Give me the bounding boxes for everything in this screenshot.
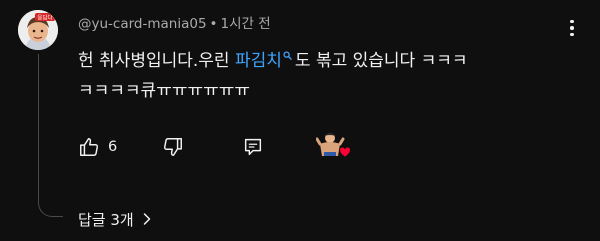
timestamp[interactable]: 1시간 전 xyxy=(221,16,271,32)
creator-heart xyxy=(316,128,350,162)
chevron-right-icon xyxy=(143,213,150,225)
replies-label: 답글 3개 xyxy=(78,210,134,229)
separator: • xyxy=(209,16,218,32)
author-name[interactable]: @yu-card-mania05 xyxy=(78,16,207,32)
creator-heart-icon xyxy=(316,133,350,157)
thumbs-down-icon xyxy=(163,138,182,156)
more-vert-icon xyxy=(570,19,574,24)
comment-actions: 6 xyxy=(78,132,378,162)
search-link-label: 파김치 xyxy=(234,51,282,71)
search-icon xyxy=(283,51,292,60)
more-options-button[interactable] xyxy=(560,14,584,42)
like-button[interactable]: 6 xyxy=(78,132,117,162)
comment-text-part: 도 볶고 있습니다 ㅋㅋㅋ xyxy=(294,51,468,71)
thread-line xyxy=(38,54,63,217)
comment: 응답다 @yu-card-mania05 • 1시간 전 헌 취사병입니다.우린 파… xyxy=(0,0,600,241)
comment-text-part: 헌 취사병입니다.우린 xyxy=(78,51,235,71)
avatar-badge-text: 응답다 xyxy=(37,13,52,21)
like-count: 6 xyxy=(108,139,118,155)
comment-text: 헌 취사병입니다.우린 파김치 도 볶고 있습니다 ㅋㅋㅋ ㅋㅋㅋㅋ큐ㅠㅠㅠㅠㅠㅠ xyxy=(78,46,578,106)
thumbs-up-icon xyxy=(80,138,99,156)
reply-button[interactable] xyxy=(242,132,264,162)
dislike-button[interactable] xyxy=(162,132,184,162)
view-replies-button[interactable]: 답글 3개 xyxy=(78,206,152,232)
comment-line-2: ㅋㅋㅋㅋ큐ㅠㅠㅠㅠㅠㅠ xyxy=(78,81,251,101)
avatar[interactable]: 응답다 xyxy=(18,10,58,50)
comment-line-1: 헌 취사병입니다.우린 파김치 도 볶고 있습니다 ㅋㅋㅋ xyxy=(78,46,578,76)
reply-icon xyxy=(244,138,262,156)
comment-meta: @yu-card-mania05 • 1시간 전 xyxy=(78,12,271,32)
search-link[interactable]: 파김치 xyxy=(235,51,295,71)
